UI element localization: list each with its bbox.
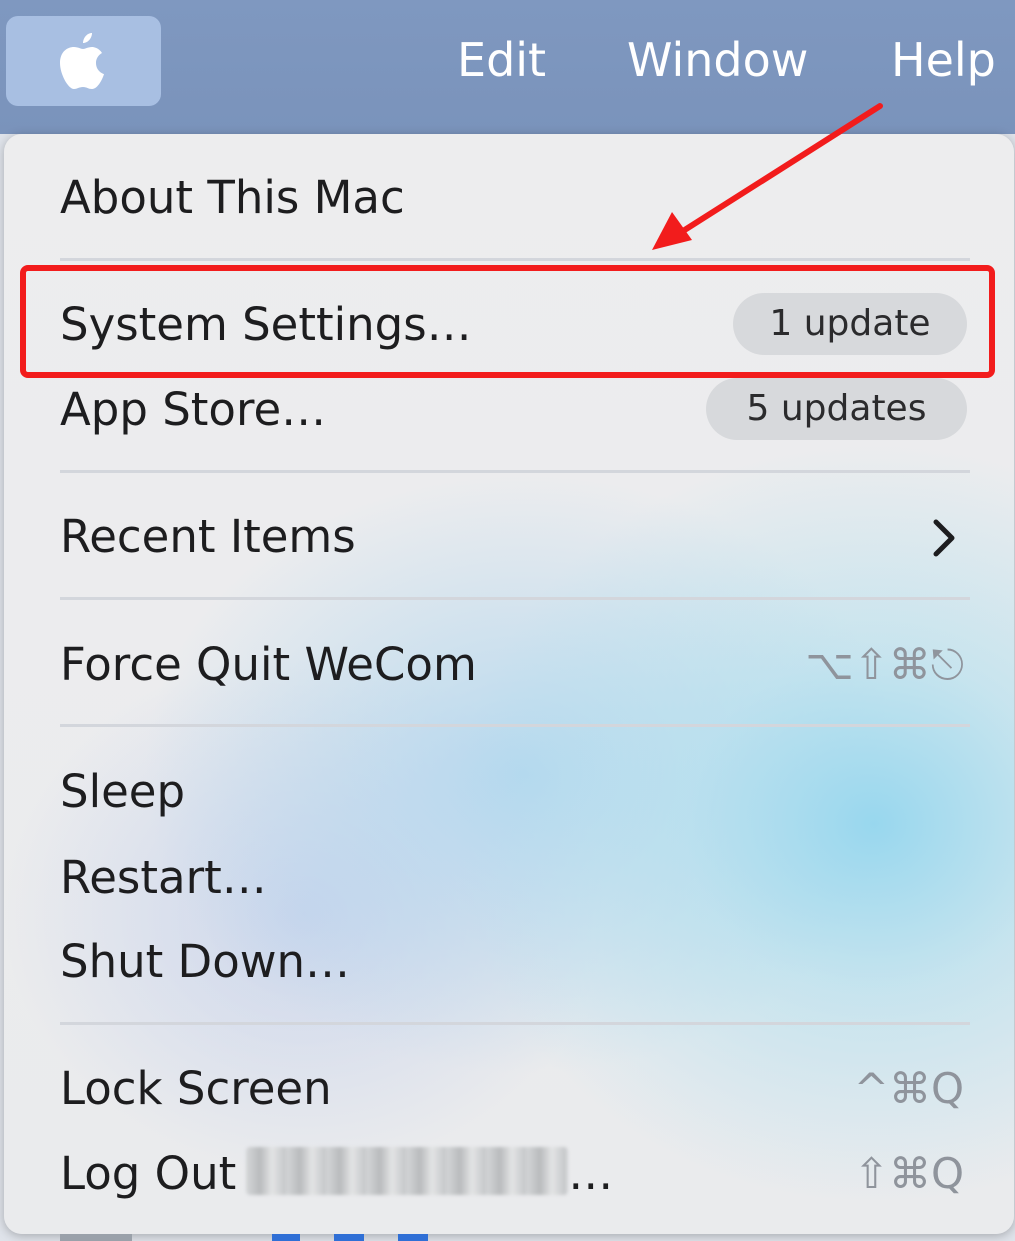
dock-edge [334, 1234, 364, 1241]
app-store-updates-badge: 5 updates [706, 378, 967, 440]
dock-edge [272, 1234, 300, 1241]
redacted-username [246, 1147, 569, 1195]
menu-item-lock-screen[interactable]: Lock Screen [60, 1061, 332, 1117]
menu-separator [60, 470, 970, 473]
menu-separator [60, 597, 970, 600]
menu-separator [60, 724, 970, 727]
dock-edge [60, 1234, 132, 1241]
log-out-label: Log Out [60, 1147, 237, 1200]
annotation-arrow-icon [652, 103, 883, 250]
menu-item-app-store[interactable]: App Store… [60, 382, 326, 438]
dock-edge [398, 1234, 428, 1241]
menu-item-shut-down[interactable]: Shut Down… [60, 934, 350, 990]
chevron-right-icon [933, 519, 955, 557]
menu-item-log-out[interactable]: Log Out … [60, 1146, 613, 1202]
menu-item-restart[interactable]: Restart… [60, 850, 267, 906]
menu-item-force-quit[interactable]: Force Quit WeCom [60, 637, 477, 693]
log-out-shortcut: ⇧⌘Q [853, 1149, 964, 1198]
menu-separator [60, 1022, 970, 1025]
menu-item-recent-items[interactable]: Recent Items [60, 509, 356, 565]
lock-screen-shortcut: ^⌘Q [853, 1064, 964, 1113]
log-out-ellipsis: … [568, 1147, 614, 1200]
menu-item-sleep[interactable]: Sleep [60, 764, 185, 820]
force-quit-shortcut: ⌥⇧⌘⎋ [805, 640, 964, 689]
